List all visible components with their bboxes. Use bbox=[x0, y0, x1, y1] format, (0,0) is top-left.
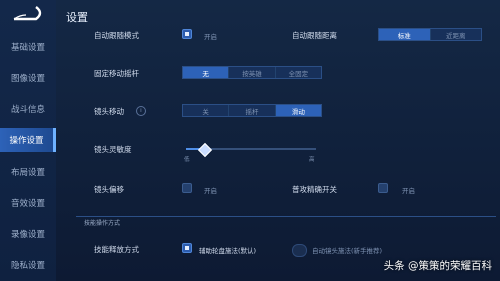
sensitivity-max-label: 高 bbox=[309, 157, 315, 163]
sensitivity-min-label: 低 bbox=[184, 157, 190, 163]
follow-distance-segmented: 标准 近距离 bbox=[378, 28, 482, 41]
info-icon[interactable]: i bbox=[136, 106, 146, 116]
camera-sensitivity-label: 镜头灵敏度 bbox=[94, 145, 132, 154]
precise-attack-checkbox[interactable] bbox=[378, 183, 388, 193]
camera-sensitivity-thumb[interactable] bbox=[197, 142, 213, 158]
camera-move-label: 镜头移动 bbox=[94, 107, 124, 116]
camera-offset-option-text: 开启 bbox=[204, 187, 217, 195]
fixed-joystick-option-none[interactable]: 无 bbox=[183, 67, 230, 78]
sidebar-item-basic[interactable]: 基础设置 bbox=[0, 35, 56, 59]
auto-follow-checkbox[interactable] bbox=[182, 29, 192, 39]
sidebar-item-graphics[interactable]: 图像设置 bbox=[0, 66, 56, 90]
sidebar-item-privacy[interactable]: 隐私设置 bbox=[0, 253, 56, 277]
section-title: 技能操作方式 bbox=[84, 220, 121, 227]
page-title: 设置 bbox=[66, 11, 88, 24]
fixed-joystick-segmented: 无 按英雄 全固定 bbox=[182, 66, 322, 79]
camera-move-option-swipe[interactable]: 滑动 bbox=[275, 105, 321, 116]
precise-attack-option-text: 开启 bbox=[402, 187, 415, 195]
follow-distance-label: 自动跟随距离 bbox=[292, 31, 337, 40]
sidebar-item-controls[interactable]: 操作设置 bbox=[0, 128, 56, 152]
follow-distance-option-standard[interactable]: 标准 bbox=[379, 29, 431, 40]
auto-follow-label: 自动跟随模式 bbox=[94, 31, 139, 40]
watermark: 头条 @策策的荣耀百科 bbox=[383, 260, 492, 272]
camera-move-segmented: 关 摇杆 滑动 bbox=[182, 104, 322, 117]
fixed-joystick-label: 固定移动摇杆 bbox=[94, 69, 139, 78]
skill-operation-section: 技能操作方式 bbox=[76, 216, 496, 227]
auto-follow-option-text: 开启 bbox=[204, 33, 217, 41]
follow-distance-option-near[interactable]: 近距离 bbox=[431, 29, 482, 40]
precise-attack-label: 普攻精确开关 bbox=[292, 185, 337, 194]
sidebar-item-battle-info[interactable]: 战斗信息 bbox=[0, 97, 56, 121]
sidebar-item-recording[interactable]: 录像设置 bbox=[0, 222, 56, 246]
camera-offset-checkbox[interactable] bbox=[182, 183, 192, 193]
fixed-joystick-option-by-hero[interactable]: 按英雄 bbox=[229, 67, 276, 78]
skill-cast-wheel-checkbox[interactable] bbox=[182, 243, 192, 253]
sidebar-item-audio[interactable]: 音效设置 bbox=[0, 191, 56, 215]
back-arrow-icon[interactable] bbox=[6, 4, 46, 22]
skill-cast-wheel-text: 辅助轮盘施法(默认) bbox=[199, 247, 257, 255]
fixed-joystick-option-all[interactable]: 全固定 bbox=[276, 67, 321, 78]
settings-panel: 设置 自动跟随模式 开启 自动跟随距离 标准 近距离 固定移动摇杆 无 按英雄 … bbox=[56, 0, 500, 281]
skill-cast-auto-toggle[interactable] bbox=[292, 244, 307, 257]
skill-cast-label: 技能释放方式 bbox=[94, 245, 139, 254]
camera-move-option-joystick[interactable]: 摇杆 bbox=[229, 105, 276, 116]
sidebar: 基础设置 图像设置 战斗信息 操作设置 布局设置 音效设置 录像设置 隐私设置 bbox=[0, 0, 56, 281]
camera-move-option-off[interactable]: 关 bbox=[183, 105, 230, 116]
sidebar-item-layout[interactable]: 布局设置 bbox=[0, 160, 56, 184]
camera-offset-label: 镜头偏移 bbox=[94, 185, 124, 194]
skill-cast-auto-text: 自动镜头施法(新手推荐) bbox=[312, 247, 383, 255]
